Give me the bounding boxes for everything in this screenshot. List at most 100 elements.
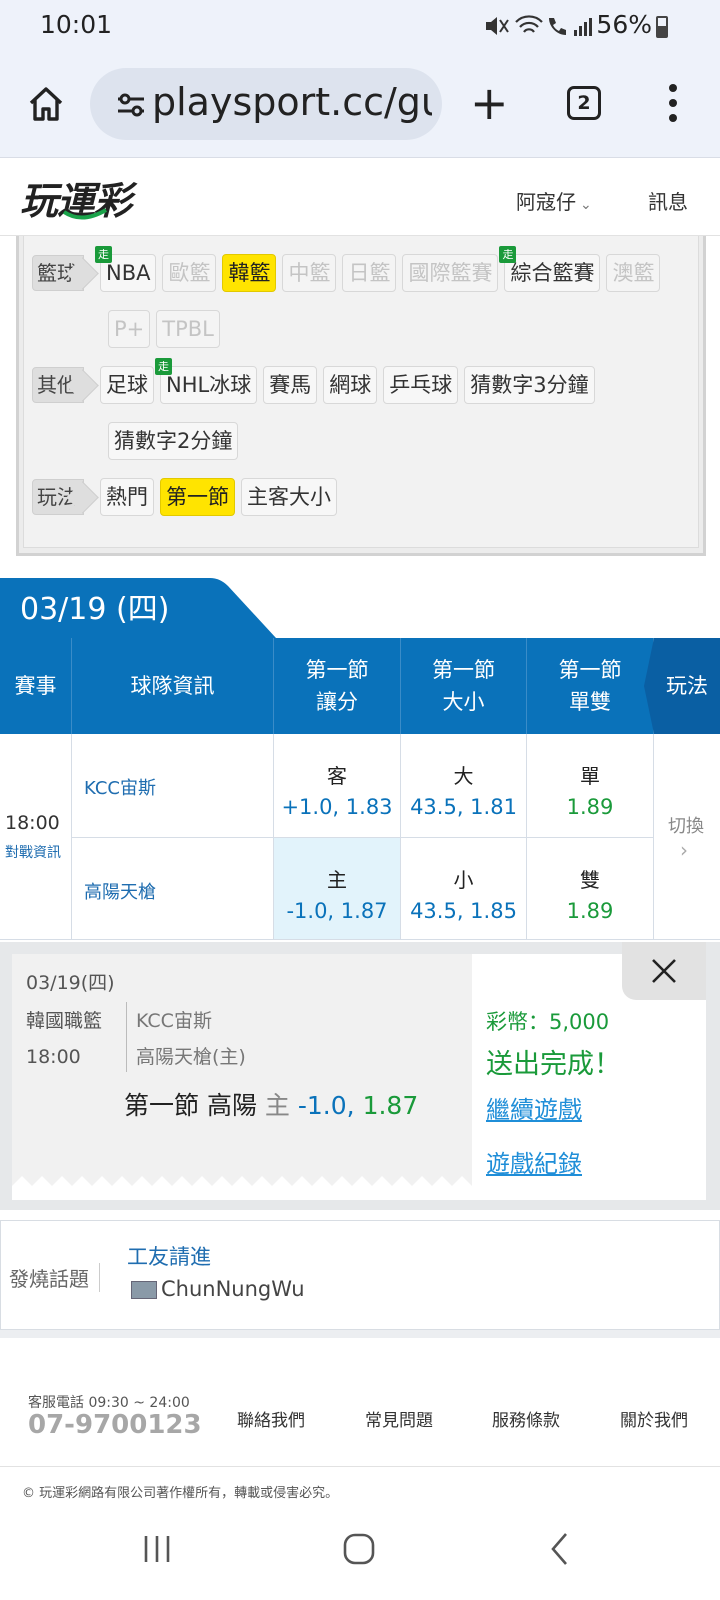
chip-guess-number-3min[interactable]: 猜數字3分鐘 xyxy=(464,366,595,404)
chevron-right-icon: › xyxy=(680,838,688,862)
chip-guess-number-2min[interactable]: 猜數字2分鐘 xyxy=(108,422,239,460)
bet-team-away: KCC宙斯 xyxy=(136,1010,212,1032)
team-cell-home[interactable]: 高陽天槍 xyxy=(72,838,274,940)
chip-euro-basketball[interactable]: 歐籃 xyxy=(162,254,217,292)
avatar xyxy=(131,1281,157,1299)
spread-cell-home-selected[interactable]: 主 -1.0, 1.87 xyxy=(274,838,401,940)
chip-tennis[interactable]: 網球 xyxy=(323,366,378,404)
tab-switcher-button[interactable]: 2 xyxy=(567,86,601,120)
odd-even-cell-even[interactable]: 雙 1.89 xyxy=(527,838,654,940)
chip-intl-basketball[interactable]: 國際籃賽 xyxy=(402,254,499,292)
home-nav-icon[interactable] xyxy=(342,1532,376,1566)
url-text[interactable]: playsport.cc/gu xyxy=(152,80,432,124)
chip-home-away-total[interactable]: 主客大小 xyxy=(241,478,337,516)
home-icon[interactable] xyxy=(26,84,66,124)
category-label: 籃球 xyxy=(32,255,84,291)
recent-apps-icon[interactable] xyxy=(142,1534,172,1564)
chip-korea-basketball[interactable]: 韓籃 xyxy=(222,254,277,292)
footer-about-link[interactable]: 關於我們 xyxy=(620,1406,688,1431)
matchup-link[interactable]: 對戰資訊 xyxy=(5,842,61,862)
status-bar: 10:01 56% xyxy=(0,0,720,50)
chip-nhl[interactable]: 走 NHL冰球 xyxy=(155,358,258,404)
chip-china-basketball[interactable]: 中籃 xyxy=(282,254,337,292)
bet-divider xyxy=(126,1002,127,1072)
battery-percent: 56% xyxy=(596,10,652,39)
odd-even-odds: 1.89 xyxy=(566,899,614,923)
hot-topic-user[interactable]: ChunNungWu xyxy=(161,1277,305,1301)
site-header: 玩運彩 阿寇仔 ⌄ 訊息 xyxy=(0,158,720,236)
hot-topic-bar: 發燒話題 工友請進 ChunNungWu xyxy=(0,1220,720,1330)
system-nav-bar xyxy=(0,1510,720,1600)
chip-nba[interactable]: 走 NBA xyxy=(95,246,157,292)
odd-even-cell-odd[interactable]: 單 1.89 xyxy=(527,734,654,838)
total-cell-under[interactable]: 小 43.5, 1.85 xyxy=(401,838,527,940)
total-odds: 43.5, 1.85 xyxy=(410,899,517,923)
chip-hot[interactable]: 熱門 xyxy=(100,478,154,516)
mute-icon xyxy=(486,17,509,35)
status-time: 10:01 xyxy=(40,10,113,39)
total-odds: 43.5, 1.81 xyxy=(410,795,517,819)
service-phone[interactable]: 07-9700123 xyxy=(28,1410,202,1440)
chip-australia-basketball[interactable]: 澳籃 xyxy=(606,254,661,292)
team-name[interactable]: KCC宙斯 xyxy=(84,774,156,800)
bet-pick: 第一節 高陽 主 -1.0, 1.87 xyxy=(124,1091,419,1120)
browser-toolbar: playsport.cc/gu + 2 xyxy=(0,50,720,158)
close-button[interactable] xyxy=(622,942,706,1000)
back-icon[interactable] xyxy=(550,1532,570,1566)
total-side: 小 xyxy=(453,868,474,892)
user-menu[interactable]: 阿寇仔 ⌄ xyxy=(516,186,592,215)
service-hours: 客服電話 09:30 ~ 24:00 xyxy=(28,1395,190,1411)
more-menu-icon[interactable] xyxy=(668,84,678,124)
bet-confirmation-panel: 03/19(四) 韓國職籃 18:00 KCC宙斯 高陽天槍(主) 第一節 高陽… xyxy=(0,942,720,1210)
bet-date: 03/19(四) xyxy=(26,972,115,994)
chip-soccer[interactable]: 足球 xyxy=(100,366,154,404)
category-panel: 籃球 走 NBA 歐籃 韓籃 中籃 日籃 國際籃賽 走綜合籃賽 澳籃 P+ TPB… xyxy=(16,236,706,556)
spread-side: 主 xyxy=(327,868,347,892)
chip-p-plus[interactable]: P+ xyxy=(108,310,151,348)
footer-contact-link[interactable]: 聯絡我們 xyxy=(237,1406,305,1431)
chip-japan-basketball[interactable]: 日籃 xyxy=(342,254,397,292)
footer-faq-link[interactable]: 常見問題 xyxy=(365,1406,433,1431)
switch-cell[interactable]: 切換 › xyxy=(654,734,720,940)
header-spread: 第一節 讓分 xyxy=(274,638,401,734)
chip-first-quarter[interactable]: 第一節 xyxy=(160,478,235,516)
odd-even-odds: 1.89 xyxy=(566,795,614,819)
messages-link[interactable]: 訊息 xyxy=(648,186,688,215)
footer-terms-link[interactable]: 服務條款 xyxy=(492,1406,560,1431)
site-settings-icon[interactable] xyxy=(116,92,146,118)
chip-mixed-basketball[interactable]: 走綜合籃賽 xyxy=(499,246,601,292)
signal-icon xyxy=(574,18,592,36)
wifi-icon xyxy=(515,15,543,33)
header-odd-even: 第一節 單雙 xyxy=(527,638,654,734)
footer-divider xyxy=(0,1466,720,1467)
hot-topic-title[interactable]: 工友請進 xyxy=(127,1241,211,1271)
chip-tpbl[interactable]: TPBL xyxy=(156,310,220,348)
odd-even-side: 雙 xyxy=(580,868,600,892)
call-icon xyxy=(549,18,566,35)
submit-done: 送出完成！ xyxy=(486,1049,621,1080)
spread-cell-away[interactable]: 客 +1.0, 1.83 xyxy=(274,734,401,838)
header-event: 賽事 xyxy=(0,638,72,734)
category-label: 玩法 xyxy=(32,479,84,515)
team-name[interactable]: 高陽天槍 xyxy=(84,878,156,904)
section-divider xyxy=(0,1330,720,1338)
ticket-zigzag xyxy=(12,1176,472,1200)
bet-ticket: 03/19(四) 韓國職籃 18:00 KCC宙斯 高陽天槍(主) 第一節 高陽… xyxy=(12,954,706,1200)
category-row-basketball-2: P+ TPBL xyxy=(108,310,226,348)
chip-horse-racing[interactable]: 賽馬 xyxy=(263,366,318,404)
live-badge: 走 xyxy=(155,358,172,375)
category-row-basketball: 籃球 走 NBA 歐籃 韓籃 中籃 日籃 國際籃賽 走綜合籃賽 澳籃 xyxy=(32,246,666,292)
coins-balance: 彩幣：5,000 xyxy=(486,1010,610,1034)
spread-side: 客 xyxy=(327,764,347,788)
total-cell-over[interactable]: 大 43.5, 1.81 xyxy=(401,734,527,838)
header-team-info: 球隊資訊 xyxy=(72,638,274,734)
continue-link[interactable]: 繼續遊戲 xyxy=(486,1090,582,1125)
team-cell-away[interactable]: KCC宙斯 xyxy=(72,734,274,838)
bet-time: 18:00 xyxy=(26,1046,81,1068)
chip-table-tennis[interactable]: 乒乓球 xyxy=(383,366,459,404)
history-link[interactable]: 遊戲紀錄 xyxy=(486,1144,582,1179)
status-icons xyxy=(486,15,592,36)
spread-odds: +1.0, 1.83 xyxy=(281,795,393,819)
new-tab-icon[interactable]: + xyxy=(470,80,509,126)
switch-label[interactable]: 切換 xyxy=(668,812,704,838)
